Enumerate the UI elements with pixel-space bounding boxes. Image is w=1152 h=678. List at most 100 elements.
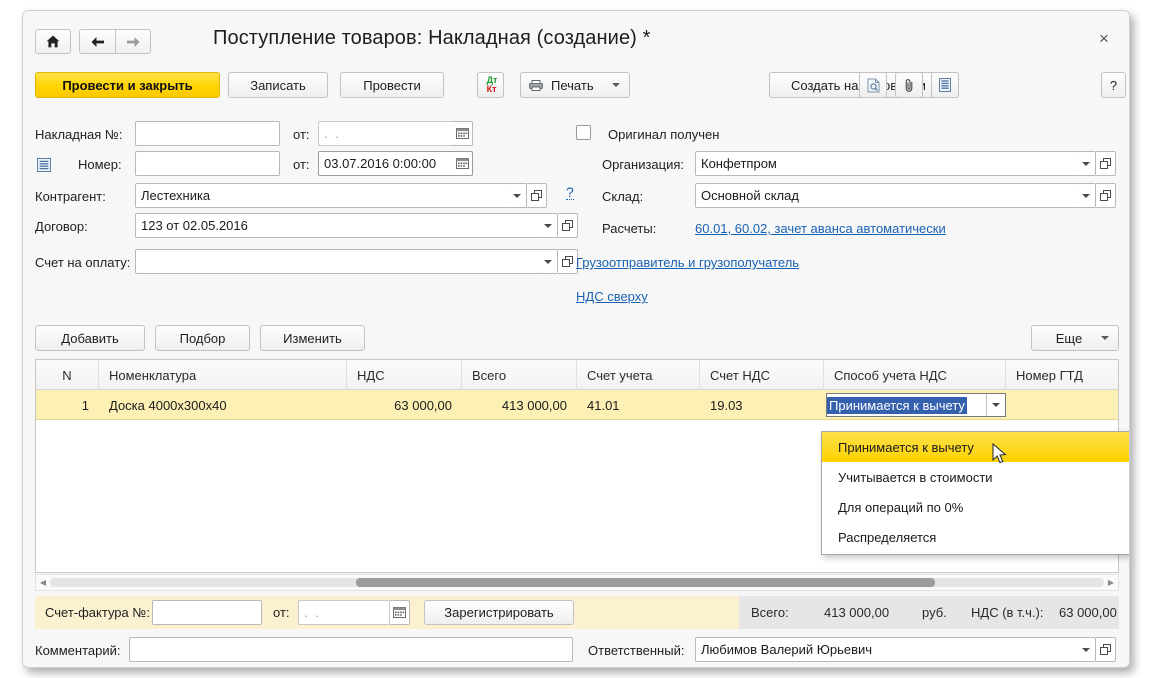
contract-open-button[interactable] (558, 213, 578, 238)
dropdown-item-3[interactable]: Распределяется (822, 522, 1129, 552)
original-received-checkbox[interactable] (576, 125, 591, 140)
forward-button[interactable] (115, 29, 151, 54)
write-button[interactable]: Записать (228, 72, 328, 98)
organization-label: Организация: (602, 157, 685, 172)
help-button[interactable]: ? (1101, 72, 1126, 98)
select-items-button[interactable]: Подбор (155, 325, 250, 351)
open-window-icon (562, 256, 573, 267)
grid-horizontal-scrollbar[interactable]: ◀ ▶ (35, 574, 1119, 591)
cell-n[interactable]: 1 (36, 390, 99, 420)
cell-vat[interactable]: 63 000,00 (347, 390, 462, 420)
post-and-close-button[interactable]: Провести и закрыть (35, 72, 220, 98)
dropdown-item-2[interactable]: Для операций по 0% (822, 492, 1129, 522)
invoice-date-calendar-button[interactable] (453, 121, 473, 146)
consignor-link[interactable]: Грузоотправитель и грузополучатель (576, 255, 799, 270)
register-invoice-button[interactable]: Зарегистрировать (424, 600, 574, 625)
print-button[interactable]: Печать (520, 72, 630, 98)
home-button[interactable] (35, 29, 71, 54)
cell-vat-method-value: Принимается к вычету (827, 396, 967, 414)
contract-input[interactable]: 123 от 02.05.2016 (135, 213, 539, 238)
column-header-vat-method[interactable]: Способ учета НДС (824, 360, 1006, 390)
responsible-dropdown-button[interactable] (1076, 637, 1096, 662)
comment-input[interactable] (129, 637, 573, 662)
dropdown-item-0[interactable]: Принимается к вычету (822, 432, 1129, 462)
schet-faktura-date-input[interactable]: . . (298, 600, 390, 625)
report-button[interactable] (931, 72, 959, 98)
open-window-icon (1100, 190, 1111, 201)
attachment-button[interactable] (895, 72, 923, 98)
payment-account-dropdown-button[interactable] (538, 249, 558, 274)
vat-surcharge-link[interactable]: НДС сверху (576, 289, 648, 304)
invoice-date-input[interactable]: . . (318, 121, 473, 146)
organization-dropdown-button[interactable] (1076, 151, 1096, 176)
scrollbar-track[interactable] (50, 578, 1104, 587)
payment-account-input[interactable] (135, 249, 539, 274)
organization-input[interactable]: Конфетпром (695, 151, 1077, 176)
chevron-down-icon (543, 259, 552, 264)
cell-gtd[interactable] (1006, 390, 1120, 420)
window-inner: Поступление товаров: Накладная (создание… (23, 11, 1129, 667)
scroll-left-icon[interactable]: ◀ (36, 578, 50, 587)
column-header-n[interactable]: N (36, 360, 99, 390)
organization-open-button[interactable] (1096, 151, 1116, 176)
responsible-open-button[interactable] (1096, 637, 1116, 662)
cell-account[interactable]: 41.01 (577, 390, 700, 420)
post-button[interactable]: Провести (340, 72, 444, 98)
cell-vat-method-editor[interactable]: Принимается к вычету (826, 393, 1006, 417)
column-header-nomenclature[interactable]: Номенклатура (99, 360, 347, 390)
responsible-label: Ответственный: (588, 643, 685, 658)
settlements-link[interactable]: 60.01, 60.02, зачет аванса автоматически (695, 221, 946, 236)
column-header-vat-account[interactable]: Счет НДС (700, 360, 824, 390)
close-icon[interactable]: × (1095, 30, 1113, 49)
number-date-input[interactable]: 03.07.2016 0:00:00 (318, 151, 473, 176)
cell-nomenclature[interactable]: Доска 4000x300x40 (99, 390, 347, 420)
back-button[interactable] (79, 29, 115, 54)
scrollbar-thumb[interactable] (355, 578, 936, 587)
cell-total[interactable]: 413 000,00 (462, 390, 577, 420)
number-row-icon-wrap[interactable] (35, 157, 53, 173)
counterparty-dropdown-button[interactable] (507, 183, 527, 208)
warehouse-input[interactable]: Основной склад (695, 183, 1077, 208)
table-row[interactable]: 1 Доска 4000x300x40 63 000,00 413 000,00… (36, 390, 1118, 420)
document-window: Поступление товаров: Накладная (создание… (22, 10, 1130, 668)
document-preview-button[interactable] (859, 72, 887, 98)
table-more-button[interactable]: Еще (1031, 325, 1119, 351)
schet-faktura-calendar-button[interactable] (390, 600, 410, 625)
warehouse-dropdown-button[interactable] (1076, 183, 1096, 208)
payment-account-open-button[interactable] (558, 249, 578, 274)
dropdown-item-1[interactable]: Учитывается в стоимости (822, 462, 1129, 492)
number-date-calendar-button[interactable] (453, 151, 473, 176)
payment-account-label: Счет на оплату: (35, 255, 131, 270)
invoice-date-placeholder: . . (324, 126, 341, 141)
chevron-down-icon (543, 223, 552, 228)
warehouse-open-button[interactable] (1096, 183, 1116, 208)
contract-dropdown-button[interactable] (538, 213, 558, 238)
original-received-label: Оригинал получен (608, 127, 720, 142)
column-header-vat[interactable]: НДС (347, 360, 462, 390)
document-search-icon (867, 78, 879, 92)
open-window-icon (531, 190, 542, 201)
counterparty-open-button[interactable] (527, 183, 547, 208)
add-row-button[interactable]: Добавить (35, 325, 145, 351)
forward-arrow-icon (127, 36, 140, 47)
responsible-input[interactable]: Любимов Валерий Юрьевич (695, 637, 1077, 662)
change-rows-button[interactable]: Изменить (260, 325, 365, 351)
open-window-icon (1100, 644, 1111, 655)
bottom-bar: Комментарий: Ответственный: Любимов Вале… (23, 633, 1129, 667)
calendar-icon (456, 128, 469, 139)
column-header-gtd[interactable]: Номер ГТД (1006, 360, 1120, 390)
cell-vat-method-dropdown-button[interactable] (986, 394, 1005, 416)
counterparty-input[interactable]: Лестехника (135, 183, 508, 208)
schet-faktura-input[interactable] (152, 600, 262, 625)
number-input[interactable] (135, 151, 280, 176)
dt-kt-button[interactable]: Дт Кт (477, 72, 504, 98)
navigation-buttons (35, 29, 151, 54)
invoice-no-input[interactable] (135, 121, 280, 146)
column-header-total[interactable]: Всего (462, 360, 577, 390)
column-header-account[interactable]: Счет учета (577, 360, 700, 390)
scroll-right-icon[interactable]: ▶ (1104, 578, 1118, 587)
chevron-down-icon (992, 403, 1000, 407)
cell-vat-account[interactable]: 19.03 (700, 390, 824, 420)
chevron-down-icon (1081, 193, 1090, 198)
counterparty-help-icon[interactable]: ? (566, 185, 574, 200)
